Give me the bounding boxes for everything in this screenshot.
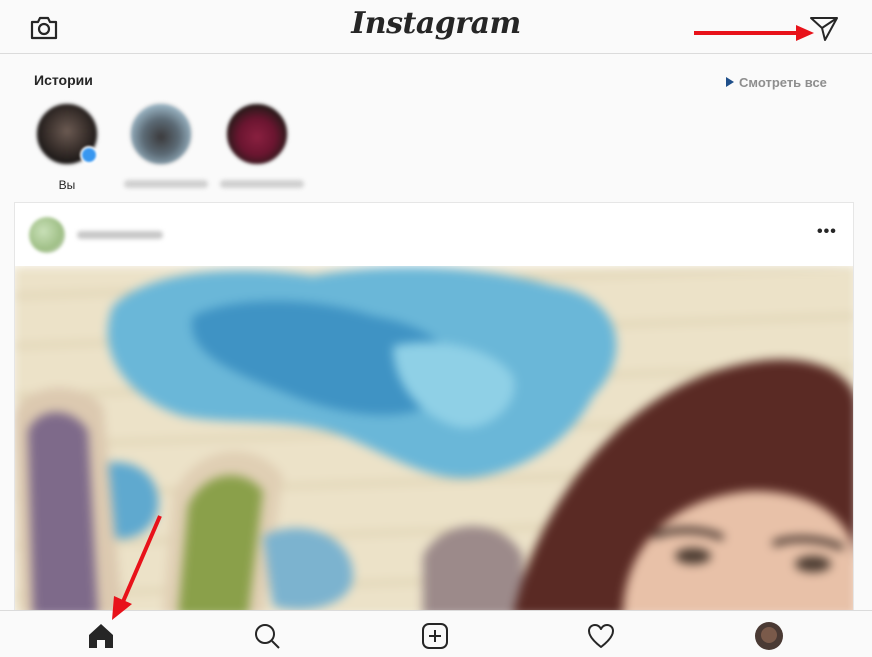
annotation-arrow-direct (694, 25, 814, 41)
add-story-badge (80, 146, 98, 164)
stories-title: Истории (34, 72, 93, 88)
story-item[interactable] (220, 102, 304, 188)
search-icon[interactable] (252, 621, 282, 651)
annotation-arrow-home (112, 515, 162, 620)
story-item[interactable] (124, 102, 208, 188)
activity-heart-icon[interactable] (586, 621, 616, 651)
story-item-you[interactable]: Вы (30, 102, 104, 192)
play-icon (726, 77, 734, 87)
story-label-blurred (124, 180, 208, 188)
post-author-avatar[interactable] (29, 217, 65, 253)
post-header: ••• (15, 203, 853, 266)
post-author-name-blurred[interactable] (77, 231, 163, 239)
instagram-app: Instagram Истории Смотреть все Вы ••• (0, 0, 872, 657)
home-icon[interactable] (86, 621, 116, 651)
more-options-icon[interactable]: ••• (817, 223, 837, 241)
story-avatar (225, 102, 289, 166)
story-label-blurred (220, 180, 304, 188)
watch-all-link[interactable]: Смотреть все (726, 75, 827, 90)
story-avatar (129, 102, 193, 166)
profile-avatar[interactable] (754, 621, 784, 651)
new-post-icon[interactable] (420, 621, 450, 651)
stories-section: Истории Смотреть все Вы (0, 55, 872, 200)
watch-all-label: Смотреть все (739, 75, 827, 90)
story-label: Вы (58, 178, 76, 192)
